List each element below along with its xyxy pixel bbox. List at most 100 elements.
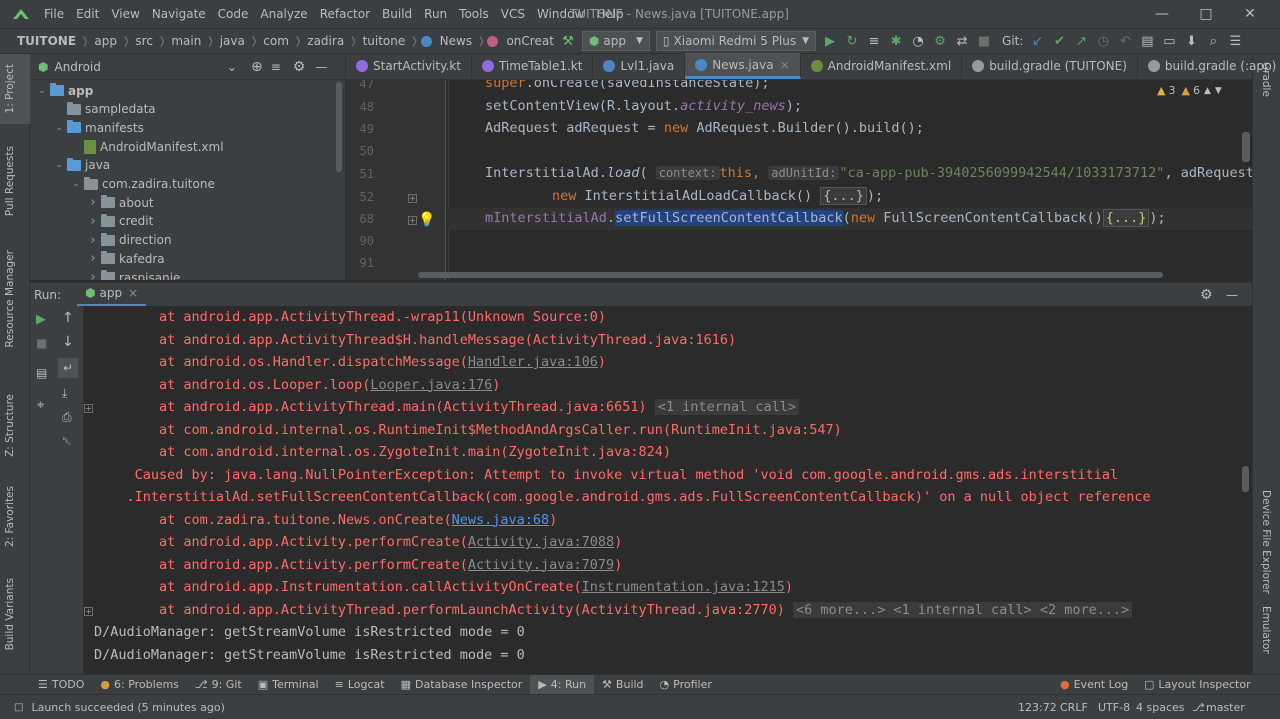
editor-tab-timetable1-kt[interactable]: TimeTable1.kt [472, 53, 594, 79]
layout-icon[interactable]: ▤ [36, 366, 47, 380]
tab-favorites[interactable]: 2: Favorites [4, 486, 16, 547]
fold-marker-icon[interactable]: + [408, 216, 417, 225]
tree-item-raspisanie[interactable]: › raspisanie [87, 268, 180, 280]
breadcrumb-main[interactable]: main [168, 34, 204, 48]
hammer-build-icon[interactable]: ⚒ [557, 30, 579, 52]
tree-scrollbar[interactable] [336, 82, 342, 172]
stacktrace-link[interactable]: Instrumentation.java:1215 [582, 579, 785, 595]
avd-manager-icon[interactable]: ▭ [1158, 30, 1180, 52]
stacktrace-link[interactable]: Activity.java:7088 [468, 534, 614, 550]
tree-item-androidmanifest-xml[interactable]: AndroidManifest.xml [70, 137, 224, 156]
git-branch[interactable]: master [1206, 701, 1245, 714]
minimize-button[interactable]: — [1142, 0, 1182, 28]
run-console[interactable]: at android.app.ActivityThread.-wrap11(Un… [84, 306, 1252, 674]
breadcrumb-class[interactable]: News [437, 34, 475, 48]
collapsed-frames[interactable]: <6 more...> <1 internal call> <2 more...… [792, 601, 1133, 618]
folded-block[interactable]: {...} [820, 187, 867, 205]
gear-icon[interactable]: ⚙ [293, 59, 306, 75]
line-separator[interactable]: CRLF [1060, 701, 1088, 714]
stop-icon[interactable]: ■ [973, 30, 995, 52]
print-icon[interactable]: ⎙ [62, 410, 72, 425]
pin-icon[interactable]: ⌖ [37, 398, 44, 413]
stacktrace-link[interactable]: News.java:68 [452, 512, 550, 528]
chevron-down-icon[interactable]: ⌄ [227, 60, 237, 74]
inspection-widget[interactable]: ▲ 3 ▲ 6 ▲ ▼ [1157, 84, 1222, 97]
tab-build-variants[interactable]: Build Variants [4, 578, 16, 650]
collapsed-frames[interactable]: <1 internal call> [654, 399, 799, 415]
toolwindow-database-inspector[interactable]: ▦ Database Inspector [393, 678, 531, 691]
editor-tab-build-gradle-app[interactable]: build.gradle (:app) [1138, 53, 1280, 79]
tab-pull-requests[interactable]: Pull Requests [4, 146, 16, 216]
editor-tab-startactivity-kt[interactable]: StartActivity.kt [346, 53, 472, 79]
profile-icon[interactable]: ◔ [907, 30, 929, 52]
file-encoding[interactable]: UTF-8 [1098, 701, 1130, 714]
project-view-select[interactable]: Android [54, 60, 100, 74]
menu-analyze[interactable]: Analyze [254, 7, 313, 21]
menu-file[interactable]: File [38, 7, 70, 21]
menu-view[interactable]: View [105, 7, 145, 21]
close-button[interactable]: ✕ [1230, 0, 1270, 28]
menu-navigate[interactable]: Navigate [146, 7, 212, 21]
editor-tab-lvl1-java[interactable]: Lvl1.java [593, 53, 686, 79]
scroll-down-icon[interactable]: ↓ [62, 334, 74, 350]
coverage-icon[interactable]: ≡ [863, 30, 885, 52]
editor-tab-news-java[interactable]: News.java × [685, 53, 801, 79]
lightbulb-icon[interactable]: 💡 [416, 212, 438, 234]
soft-wrap-icon[interactable]: ↵ [58, 358, 78, 378]
collapse-all-icon[interactable]: ≡ [271, 60, 281, 74]
run-tab-app[interactable]: ⬢ app × [77, 283, 147, 307]
breadcrumb-src[interactable]: src [132, 34, 156, 48]
tree-item-about[interactable]: › about [87, 193, 154, 212]
menu-tools[interactable]: Tools [453, 7, 495, 21]
tree-item-app[interactable]: ⌄ app [36, 81, 93, 100]
attach-debugger-icon[interactable]: ⚙ [929, 30, 951, 52]
breadcrumb-app[interactable]: app [91, 34, 120, 48]
tree-item-direction[interactable]: › direction [87, 231, 172, 250]
close-tab-icon[interactable]: × [128, 286, 138, 300]
editor-tab-androidmanifest-xml[interactable]: AndroidManifest.xml [801, 53, 963, 79]
tree-item-kafedra[interactable]: › kafedra [87, 249, 165, 268]
debug-icon[interactable]: ✱ [885, 30, 907, 52]
toolwindow-event-log[interactable]: ● Event Log [1052, 678, 1136, 691]
menu-vcs[interactable]: VCS [495, 7, 531, 21]
chevron-down-icon[interactable]: ⌄ [53, 123, 65, 133]
git-update-icon[interactable]: ↙ [1026, 30, 1048, 52]
scroll-to-end-icon[interactable]: ⤓ [62, 386, 67, 401]
tab-emulator[interactable]: Emulator [1260, 606, 1272, 654]
close-tab-icon[interactable]: × [780, 58, 790, 72]
chevron-right-icon[interactable]: › [87, 270, 99, 280]
toolwindow-layout-inspector[interactable]: ▢ Layout Inspector [1136, 678, 1259, 691]
editor-hscrollbar[interactable] [418, 272, 1163, 278]
tab-project[interactable]: 1: Project [4, 64, 16, 113]
hide-panel-icon[interactable]: — [315, 60, 327, 74]
toolwindow-problems[interactable]: ● 6: Problems [92, 678, 187, 691]
gear-icon[interactable]: ⚙ [1200, 287, 1213, 303]
hide-panel-icon[interactable]: — [1226, 288, 1238, 302]
breadcrumb-tuitone[interactable]: tuitone [360, 34, 409, 48]
editor-tab-build-gradle-tuitone[interactable]: build.gradle (TUITONE) [962, 53, 1138, 79]
history-icon[interactable]: ◷ [1092, 30, 1114, 52]
menu-refactor[interactable]: Refactor [314, 7, 376, 21]
breadcrumb-project[interactable]: TUITONE [14, 34, 79, 48]
tree-item-sampledata[interactable]: sampledata [53, 100, 156, 119]
toolwindow-terminal[interactable]: ▣ Terminal [250, 678, 327, 691]
tab-structure[interactable]: Z: Structure [4, 394, 16, 457]
breadcrumb-java[interactable]: java [217, 34, 248, 48]
tree-item-credit[interactable]: › credit [87, 212, 153, 231]
menu-code[interactable]: Code [212, 7, 255, 21]
project-structure-icon[interactable]: ▤ [1136, 30, 1158, 52]
stop-icon[interactable]: ■ [36, 336, 47, 350]
caret-position[interactable]: 123:72 [1018, 701, 1057, 714]
maximize-button[interactable]: □ [1186, 0, 1226, 28]
fold-marker-icon[interactable]: + [408, 194, 417, 203]
code-editor[interactable]: 47 48 49 50 51 52 68 90 91 💡 + + super.onCreate(… [346, 80, 1252, 280]
console-scrollbar[interactable] [1242, 466, 1249, 492]
menu-build[interactable]: Build [376, 7, 418, 21]
breadcrumb-method[interactable]: onCreat [503, 34, 556, 48]
scroll-up-icon[interactable]: ↑ [62, 310, 74, 326]
breadcrumb-com[interactable]: com [260, 34, 292, 48]
locate-icon[interactable]: ⊕ [251, 59, 263, 75]
tree-item-com-zadira-tuitone[interactable]: ⌄ com.zadira.tuitone [70, 175, 215, 194]
chevron-down-icon[interactable]: ⌄ [36, 86, 48, 96]
sync-icon[interactable]: ⇄ [951, 30, 973, 52]
